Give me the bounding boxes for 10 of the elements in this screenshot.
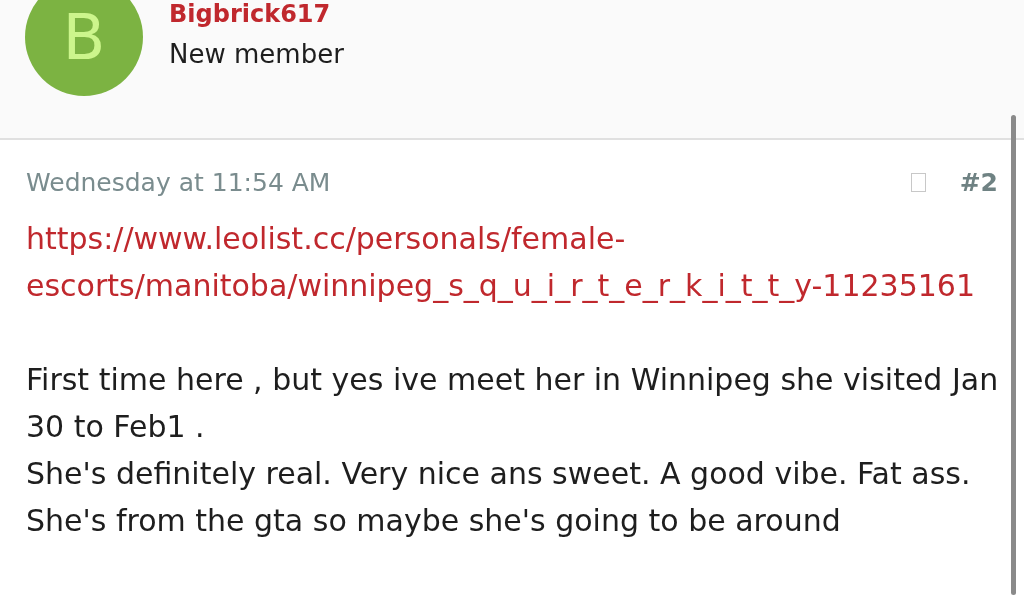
- scrollbar[interactable]: [1011, 115, 1016, 595]
- username[interactable]: Bigbrick617: [169, 0, 344, 28]
- post-paragraph: First time here , but yes ive meet her in Winnipeg she visited Jan 30 to Feb1 .: [26, 361, 1000, 446]
- user-avatar[interactable]: B: [25, 0, 143, 96]
- member-role: New member: [169, 38, 344, 71]
- post-date[interactable]: Wednesday at 11:54 AM: [26, 168, 331, 197]
- post-number[interactable]: #2: [959, 168, 998, 197]
- post-link[interactable]: https://www.leolist.cc/personals/female-escorts/manitoba/winnipeg_s_q_u_i_r_t_e_r_k_i_t_t_y-11235161: [26, 215, 1001, 309]
- post-paragraph: She's definitely real. Very nice ans sweet. A good vibe. Fat ass. She's from the gta so maybe she's going to be around: [26, 455, 972, 540]
- bookmark-icon[interactable]: [910, 173, 926, 192]
